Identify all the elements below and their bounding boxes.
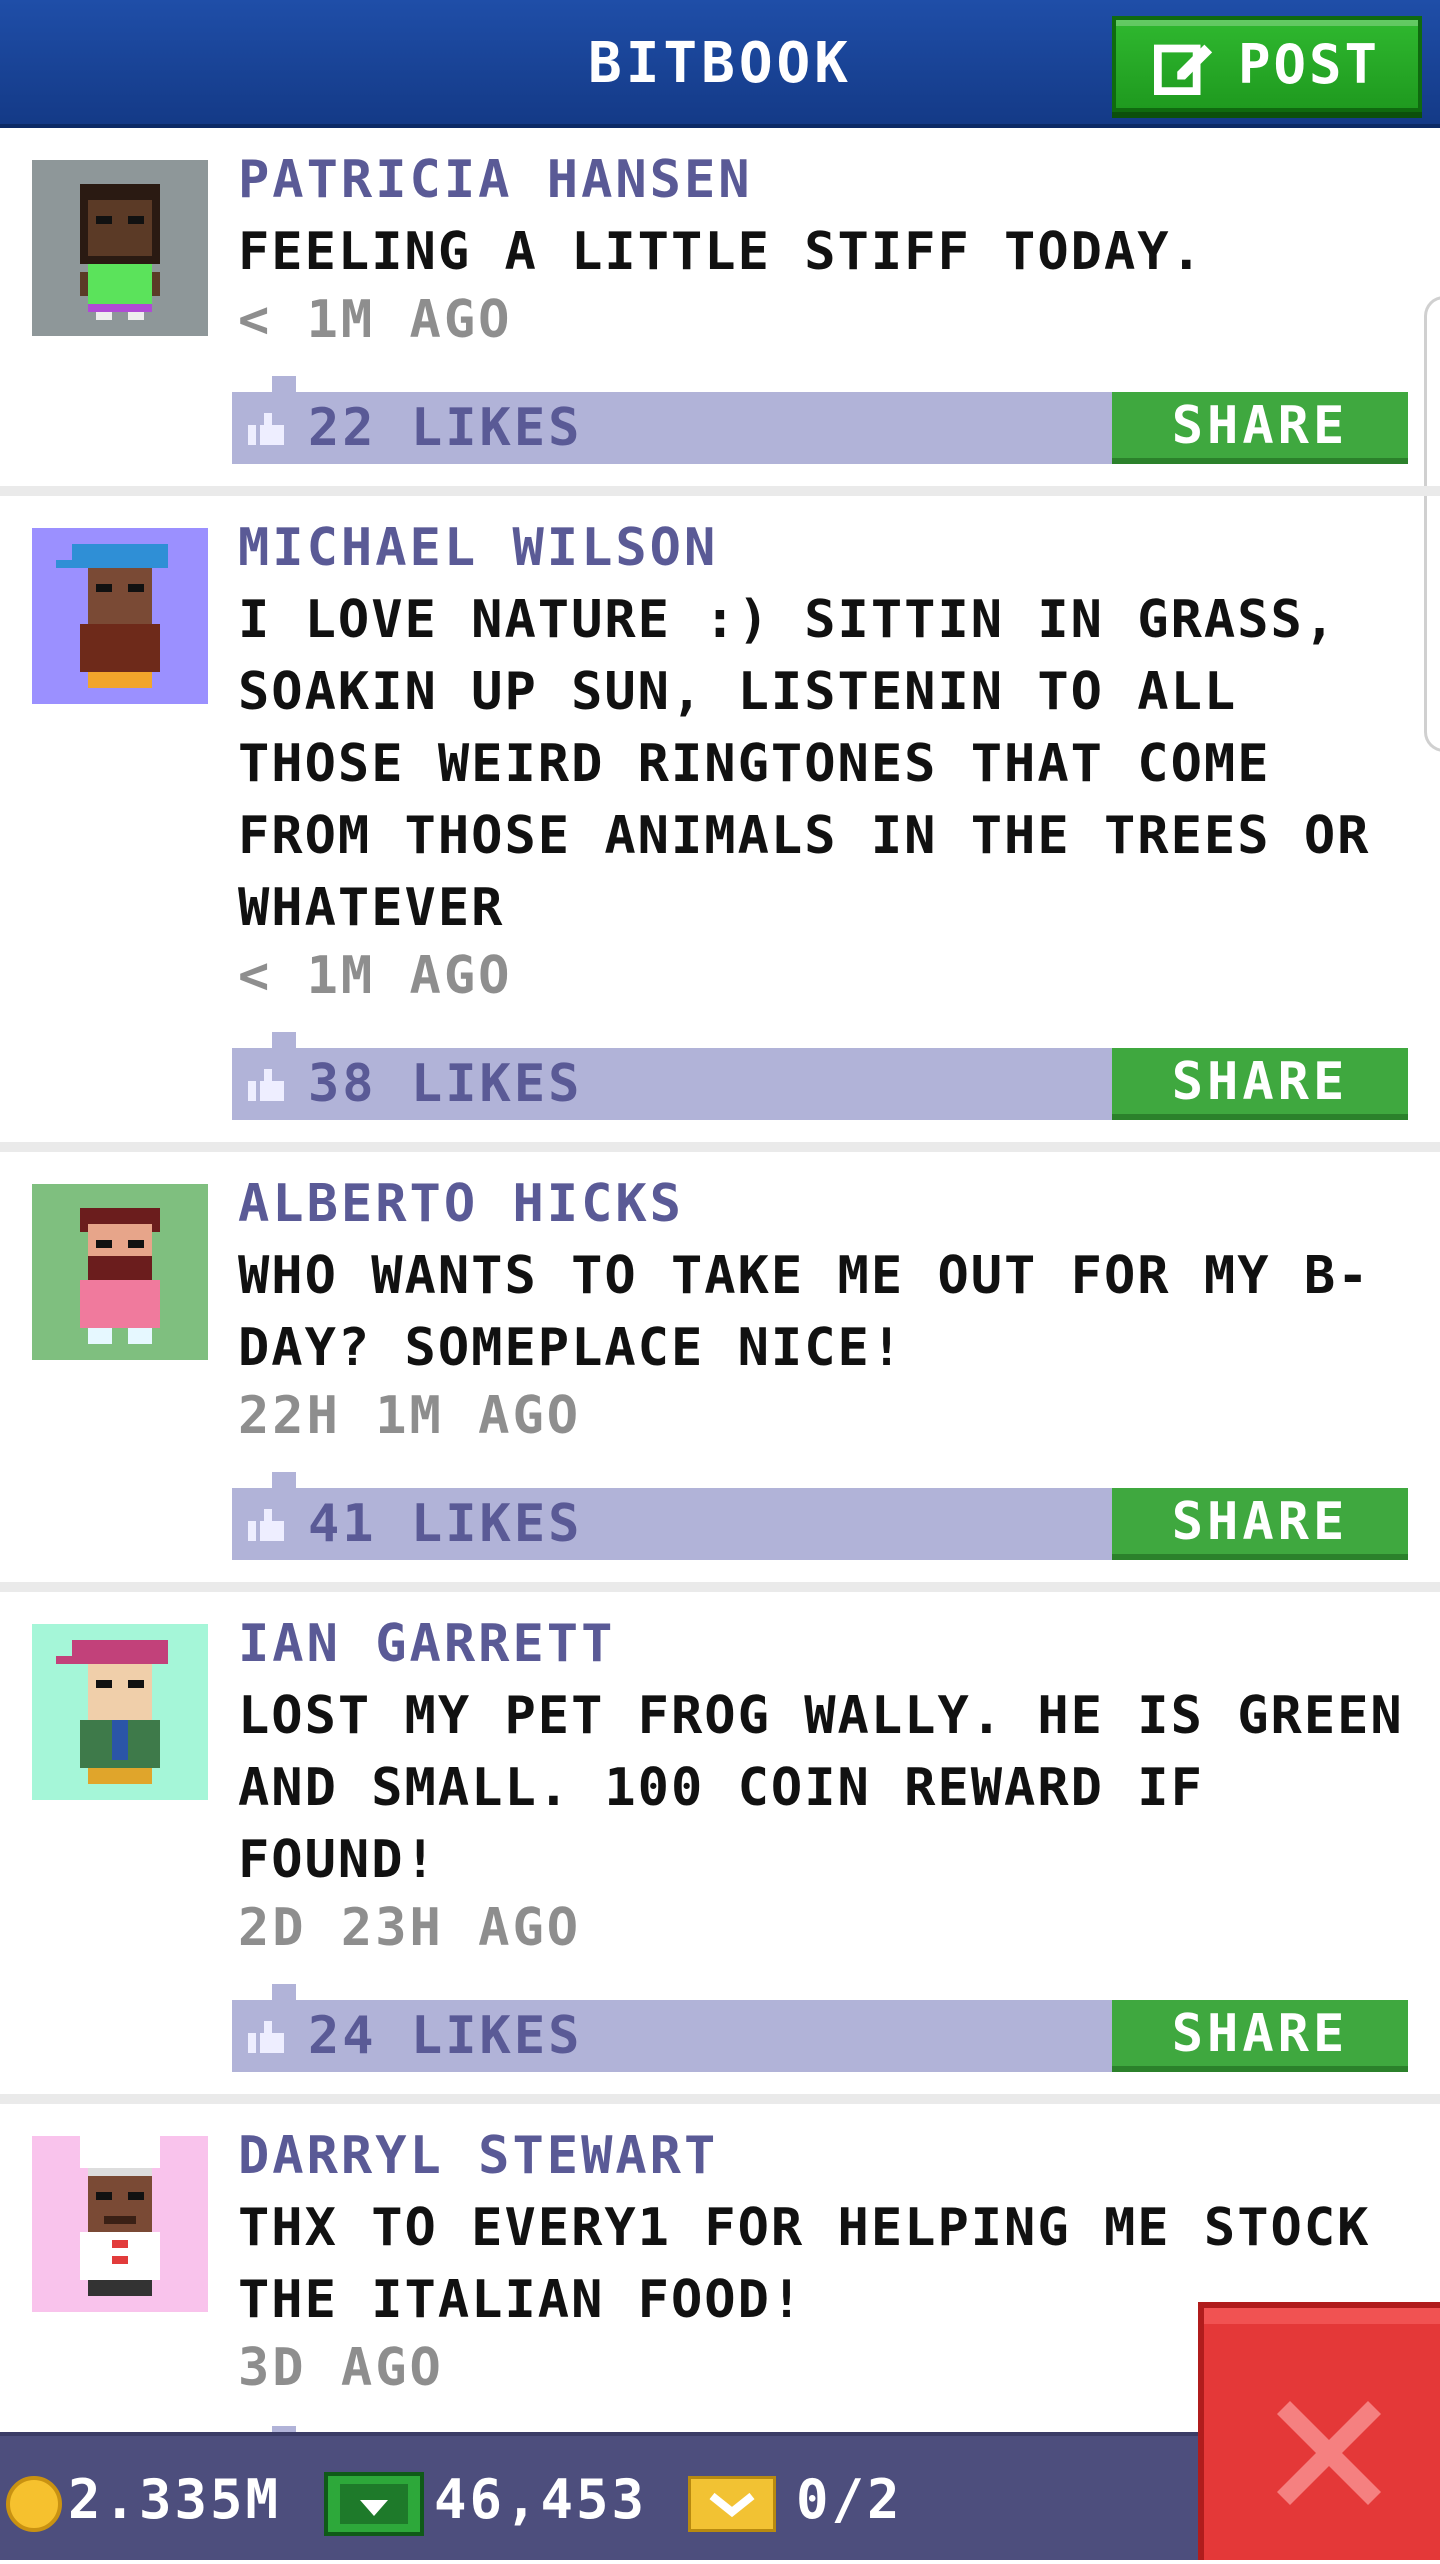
avatar[interactable]: [32, 2136, 208, 2312]
post-time: < 1M AGO: [238, 946, 513, 1006]
author-name[interactable]: PATRICIA HANSEN: [238, 150, 753, 210]
thumb-icon: [248, 413, 284, 445]
coin-icon: [6, 2476, 62, 2532]
post-time: < 1M AGO: [238, 290, 513, 350]
avatar-figure: [56, 544, 168, 688]
likes-count[interactable]: 41 LIKES: [308, 1488, 582, 1560]
share-button[interactable]: SHARE: [1112, 1048, 1408, 1120]
thumb-icon: [248, 1069, 284, 1101]
likes-count[interactable]: 24 LIKES: [308, 2000, 582, 2072]
share-button[interactable]: SHARE: [1112, 2000, 1408, 2072]
tickets-count[interactable]: 0/2: [796, 2436, 903, 2564]
post-text: FEELING A LITTLE STIFF TODAY.: [238, 222, 1204, 282]
scroll-indicator[interactable]: [1424, 296, 1440, 752]
coins-count[interactable]: 2.335M: [68, 2436, 281, 2564]
post-text: WHO WANTS TO TAKE ME OUT FOR MY B-DAY? S…: [238, 1246, 1371, 1378]
bux-count[interactable]: 46,453: [434, 2436, 647, 2564]
author-name[interactable]: IAN GARRETT: [238, 1614, 615, 1674]
avatar[interactable]: [32, 528, 208, 704]
likes-bar-tab: [272, 376, 296, 392]
post-divider: [0, 1142, 1440, 1152]
cash-icon: [324, 2472, 424, 2536]
likes-bar-tab: [272, 1032, 296, 1048]
post-divider: [0, 2094, 1440, 2104]
likes-bar: 38 LIKES SHARE: [232, 1032, 1408, 1120]
likes-bar: 24 LIKES SHARE: [232, 1984, 1408, 2072]
close-icon: [1277, 2401, 1381, 2505]
author-name[interactable]: ALBERTO HICKS: [238, 1174, 684, 1234]
avatar-figure: [80, 2136, 160, 2296]
top-bar: BITBOOK POST: [0, 0, 1440, 128]
author-name[interactable]: MICHAEL WILSON: [238, 518, 718, 578]
post-text: LOST MY PET FROG WALLY. HE IS GREEN AND …: [238, 1686, 1404, 1890]
ticket-icon: [688, 2476, 776, 2532]
likes-bar: 22 LIKES SHARE: [232, 376, 1408, 464]
avatar[interactable]: [32, 1624, 208, 1800]
avatar[interactable]: [32, 1184, 208, 1360]
post-time: 3D AGO: [238, 2338, 444, 2398]
avatar-figure: [80, 1208, 160, 1344]
likes-bar-tab: [272, 1472, 296, 1488]
likes-bar-tab: [272, 1984, 296, 2000]
avatar[interactable]: [32, 160, 208, 336]
avatar-figure: [56, 1640, 168, 1784]
share-button[interactable]: SHARE: [1112, 1488, 1408, 1560]
thumb-icon: [248, 1509, 284, 1541]
edit-icon: [1153, 44, 1213, 95]
post-divider: [0, 1582, 1440, 1592]
post-time: 22H 1M AGO: [238, 1386, 582, 1446]
share-button[interactable]: SHARE: [1112, 392, 1408, 464]
likes-bar: 41 LIKES SHARE: [232, 1472, 1408, 1560]
likes-count[interactable]: 38 LIKES: [308, 1048, 582, 1120]
avatar-figure: [80, 184, 160, 320]
likes-count[interactable]: 22 LIKES: [308, 392, 582, 464]
post-text: I LOVE NATURE :) SITTIN IN GRASS, SOAKIN…: [238, 590, 1371, 938]
author-name[interactable]: DARRYL STEWART: [238, 2126, 718, 2186]
post-button-label: POST: [1237, 32, 1381, 96]
post-button[interactable]: POST: [1112, 16, 1422, 112]
thumb-icon: [248, 2021, 284, 2053]
post-time: 2D 23H AGO: [238, 1898, 582, 1958]
post-divider: [0, 486, 1440, 496]
close-button[interactable]: [1198, 2302, 1440, 2560]
